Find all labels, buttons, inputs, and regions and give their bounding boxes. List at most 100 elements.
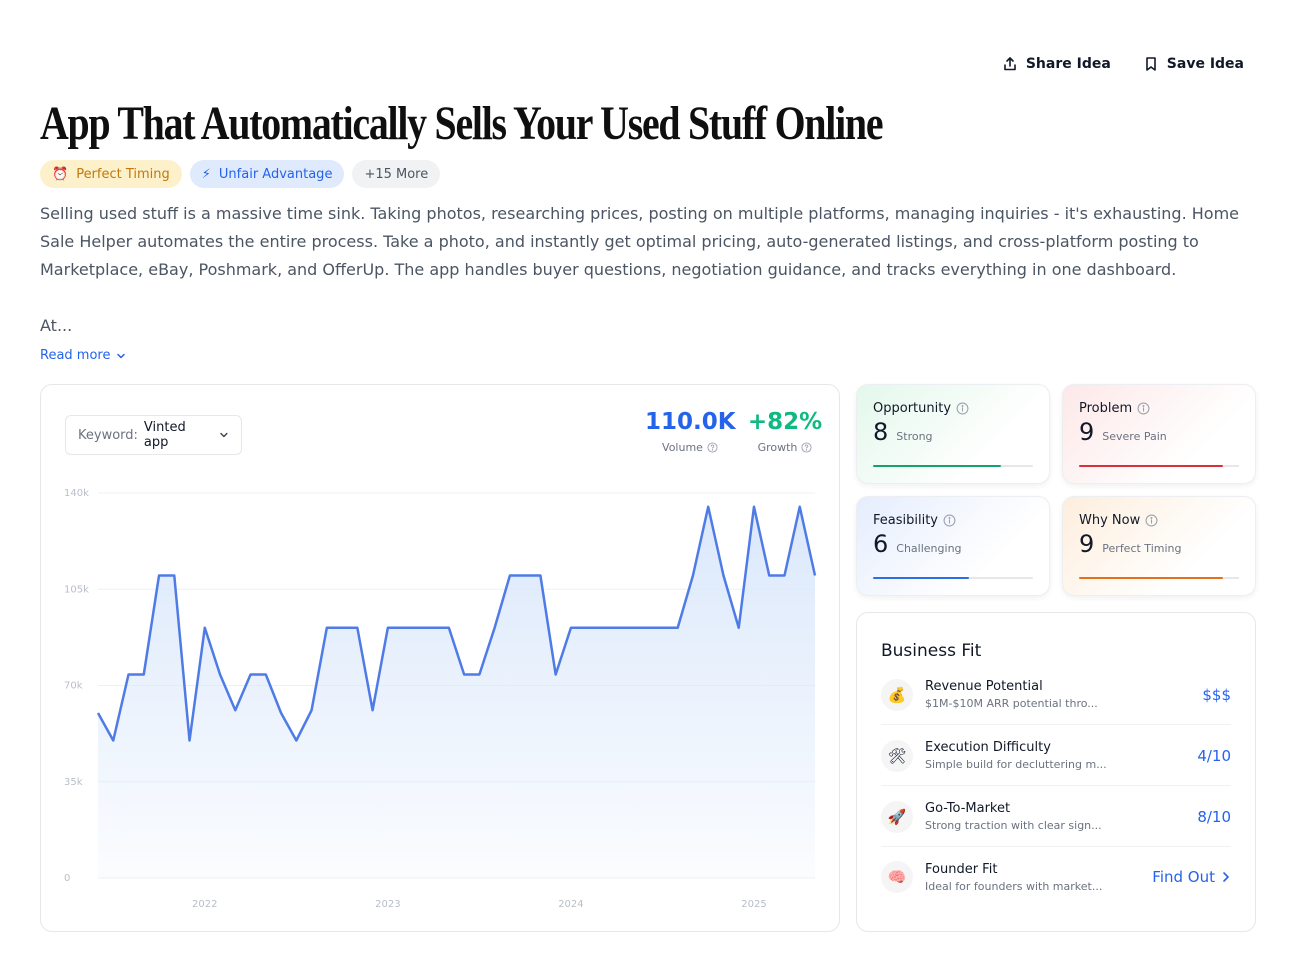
feasibility-label-row: Feasibility: [873, 513, 1033, 528]
why-now-desc: Perfect Timing: [1102, 542, 1182, 555]
info-icon[interactable]: [943, 514, 956, 527]
opportunity-label: Opportunity: [873, 401, 952, 416]
feasibility-progress-track: [873, 577, 1033, 579]
save-idea-label: Save Idea: [1166, 56, 1244, 72]
chevron-right-icon: [1223, 872, 1229, 882]
find-out-label: Find Out: [1152, 868, 1215, 886]
feasibility-card[interactable]: Feasibility 6 Challenging: [856, 496, 1050, 596]
opportunity-card[interactable]: Opportunity 8 Strong: [856, 384, 1050, 484]
fit-row-revenue-potential[interactable]: 💰 Revenue Potential $1M-$10M ARR potenti…: [881, 665, 1231, 725]
fit-row-subtitle: Simple build for decluttering m...: [925, 758, 1107, 771]
growth-value: +82%: [747, 409, 823, 435]
fit-row-value-text: 4/10: [1197, 746, 1231, 765]
x-tick-label: 2022: [192, 899, 217, 910]
opportunity-label-row: Opportunity: [873, 401, 1033, 416]
why-now-label-row: Why Now: [1079, 513, 1239, 528]
chevron-down-icon: [117, 353, 126, 358]
fit-row-text: Founder Fit Ideal for founders with mark…: [925, 862, 1140, 893]
problem-desc: Severe Pain: [1102, 430, 1167, 443]
why-now-label: Why Now: [1079, 513, 1141, 528]
fit-row-go-to-market[interactable]: 🚀 Go-To-Market Strong traction with clea…: [881, 787, 1231, 847]
fit-row-text: Revenue Potential $1M-$10M ARR potential…: [925, 679, 1190, 710]
problem-progress-track: [1079, 465, 1239, 467]
why-now-progress-track: [1079, 577, 1239, 579]
tag-label: Perfect Timing: [76, 166, 170, 182]
info-icon[interactable]: [1137, 402, 1150, 415]
volume-stat: 110.0K Volume: [645, 409, 736, 454]
fit-row-subtitle: Strong traction with clear sign...: [925, 819, 1102, 832]
trend-chart-card: 0 35k 70k 105k 140k 2022 2023 2024 2025 Keyword:…: [40, 384, 840, 932]
tag-list: ⏰ Perfect Timing ⚡ Unfair Advantage +15 …: [40, 160, 441, 188]
problem-card[interactable]: Problem 9 Severe Pain: [1062, 384, 1256, 484]
fit-row-execution-difficulty[interactable]: 🛠 Execution Difficulty Simple build for …: [881, 726, 1231, 786]
y-tick-label: 70k: [64, 681, 83, 692]
growth-label: Growth: [757, 441, 798, 454]
why-now-score: 9: [1079, 530, 1095, 558]
opportunity-desc: Strong: [896, 430, 933, 443]
feasibility-score: 6: [873, 530, 889, 558]
tag-unfair-advantage[interactable]: ⚡ Unfair Advantage: [189, 160, 345, 188]
tag-label: Unfair Advantage: [218, 166, 333, 182]
idea-description: Selling used stuff is a massive time sin…: [40, 204, 1239, 279]
brain-icon: 🧠: [881, 861, 913, 893]
find-out-link[interactable]: Find Out: [1152, 868, 1231, 886]
problem-score-row: 9 Severe Pain: [1079, 418, 1239, 446]
info-icon[interactable]: [1145, 514, 1158, 527]
money-bag-icon: 💰: [881, 678, 913, 711]
fit-row-value-text: 8/10: [1197, 807, 1231, 826]
fit-row-title: Founder Fit: [925, 861, 998, 877]
fit-row-value-text: $$$: [1202, 685, 1231, 704]
read-more-link[interactable]: Read more: [40, 348, 126, 363]
y-tick-label: 35k: [64, 777, 83, 788]
share-idea-button[interactable]: Share Idea: [1002, 56, 1111, 72]
why-now-score-row: 9 Perfect Timing: [1079, 530, 1239, 558]
save-idea-button[interactable]: Save Idea: [1143, 56, 1244, 72]
fit-row-title: Go-To-Market: [925, 801, 1011, 816]
idea-description-truncated: At...: [40, 316, 73, 335]
business-fit-card: Business Fit 💰 Revenue Potential $1M-$10…: [856, 612, 1256, 932]
opportunity-score: 8: [873, 418, 889, 446]
growth-caption: Growth: [745, 441, 825, 454]
tag-more-button[interactable]: +15 More: [352, 160, 441, 188]
problem-score: 9: [1079, 418, 1095, 446]
keyword-select[interactable]: Keyword: Vinted app: [65, 415, 242, 455]
opportunity-score-row: 8 Strong: [873, 418, 1033, 446]
volume-caption: Volume: [645, 441, 735, 454]
keyword-select-value: Vinted app: [143, 420, 186, 450]
growth-stat: +82% Growth: [745, 409, 825, 454]
problem-label-row: Problem: [1079, 401, 1239, 416]
problem-label: Problem: [1079, 401, 1133, 416]
business-fit-title: Business Fit: [881, 641, 982, 661]
fit-row-text: Go-To-Market Strong traction with clear …: [925, 801, 1185, 832]
tag-label: +15 More: [364, 166, 429, 182]
volume-value: 110.0K: [645, 409, 736, 435]
fit-row-text: Execution Difficulty Simple build for de…: [925, 740, 1185, 771]
lightning-icon: ⚡: [201, 166, 211, 182]
fit-row-value: 8/10: [1197, 808, 1231, 826]
fit-row-value: 4/10: [1197, 747, 1231, 765]
fit-row-title: Execution Difficulty: [925, 740, 1051, 755]
opportunity-progress-fill: [873, 465, 1001, 467]
x-tick-label: 2024: [558, 899, 583, 910]
alarm-clock-icon: ⏰: [52, 166, 69, 182]
feasibility-score-row: 6 Challenging: [873, 530, 1033, 558]
fit-row-founder-fit[interactable]: 🧠 Founder Fit Ideal for founders with ma…: [881, 847, 1231, 907]
area-fill: [98, 506, 815, 878]
opportunity-progress-track: [873, 465, 1033, 467]
x-tick-label: 2025: [741, 899, 766, 910]
share-icon: [1004, 57, 1016, 71]
trend-chart: 0 35k 70k 105k 140k 2022 2023 2024 2025: [64, 488, 817, 910]
read-more-label: Read more: [40, 348, 111, 363]
fit-row-value: $$$: [1202, 686, 1231, 704]
problem-progress-fill: [1079, 465, 1223, 467]
y-tick-label: 105k: [64, 584, 89, 595]
help-icon[interactable]: [707, 442, 718, 453]
tag-perfect-timing[interactable]: ⏰ Perfect Timing: [40, 160, 182, 188]
why-now-card[interactable]: Why Now 9 Perfect Timing: [1062, 496, 1256, 596]
share-idea-label: Share Idea: [1025, 56, 1111, 72]
feasibility-label: Feasibility: [873, 513, 938, 528]
tools-icon: 🛠: [881, 739, 913, 772]
info-icon[interactable]: [956, 402, 969, 415]
help-icon[interactable]: [801, 442, 812, 453]
rocket-icon: 🚀: [881, 800, 913, 833]
